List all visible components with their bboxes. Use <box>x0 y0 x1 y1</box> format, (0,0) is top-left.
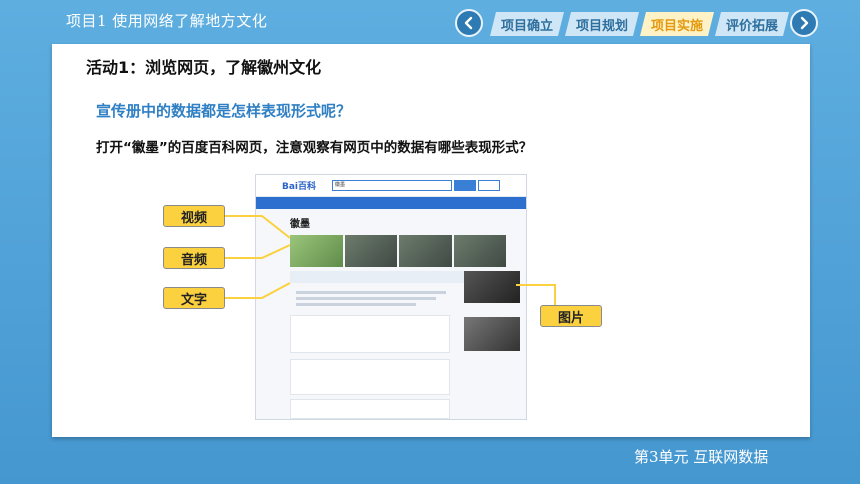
baike-logo: Bai百科 <box>282 182 317 192</box>
unit-footer: 第3单元 互联网数据 <box>634 448 769 466</box>
callout-image: 图片 <box>540 305 602 327</box>
tab-evaluation-extension[interactable]: 评价拓展 <box>715 12 789 36</box>
text-line <box>296 303 416 306</box>
text-line <box>296 291 446 294</box>
video-thumbnail <box>344 235 397 267</box>
callout-audio: 音频 <box>163 247 225 269</box>
baike-video-strip <box>290 235 506 267</box>
lesson-title: 项目1 使用网络了解地方文化 <box>66 12 268 30</box>
activity-title: 活动1：浏览网页，了解徽州文化 <box>86 58 322 77</box>
project-stage-tabs: 项目确立 项目规划 项目实施 评价拓展 <box>490 12 790 36</box>
next-button[interactable] <box>790 9 818 37</box>
baike-search-button <box>454 180 476 191</box>
baike-header: Bai百科 徽墨 <box>256 175 526 197</box>
video-thumbnail <box>453 235 506 267</box>
baike-entry-title: 徽墨 <box>290 219 310 230</box>
chevron-left-icon <box>464 16 473 30</box>
text-line <box>296 297 436 300</box>
baike-search-box: 徽墨 <box>332 180 452 191</box>
baike-page-screenshot: Bai百科 徽墨 徽墨 <box>255 174 527 420</box>
tab-project-establish[interactable]: 项目确立 <box>490 12 564 36</box>
task-instruction: 打开“徽墨”的百度百科网页，注意观察有网页中的数据有哪些表现形式？ <box>96 140 533 156</box>
video-thumbnail <box>399 235 452 267</box>
tab-project-implement[interactable]: 项目实施 <box>640 12 714 36</box>
baike-image <box>464 271 520 303</box>
callout-text: 文字 <box>163 287 225 309</box>
guiding-question: 宣传册中的数据都是怎样表现形式呢？ <box>96 102 352 120</box>
video-thumbnail <box>290 235 343 267</box>
baike-footer-links <box>290 399 450 419</box>
baike-search-all-button <box>478 180 500 191</box>
chevron-right-icon <box>800 16 809 30</box>
baike-image <box>464 317 520 351</box>
tab-project-plan[interactable]: 项目规划 <box>565 12 639 36</box>
baike-nav-bar <box>256 197 526 209</box>
callout-video: 视频 <box>163 205 225 227</box>
baike-related-cards <box>290 315 450 353</box>
content-panel: 活动1：浏览网页，了解徽州文化 宣传册中的数据都是怎样表现形式呢？ 打开“徽墨”… <box>52 44 810 437</box>
prev-button[interactable] <box>455 9 483 37</box>
baike-info-table <box>290 359 450 395</box>
